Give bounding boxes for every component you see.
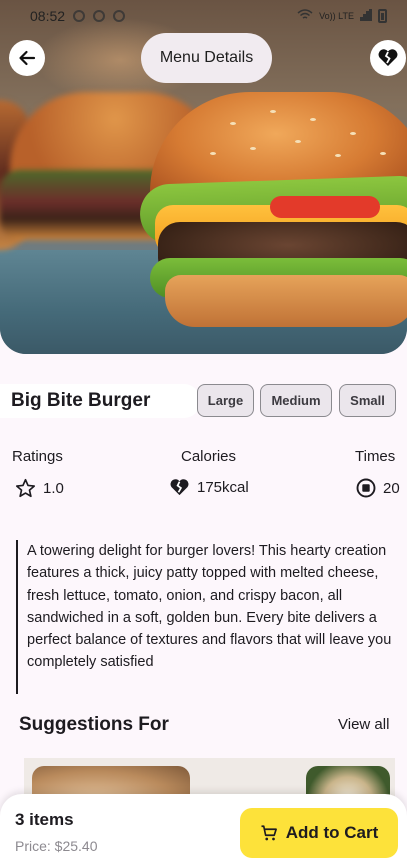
cart-items-count: 3 items — [15, 810, 74, 829]
product-name: Big Bite Burger — [0, 384, 200, 418]
battery-icon — [378, 9, 387, 23]
view-all-link[interactable]: View all — [338, 716, 389, 733]
status-time: 08:52 — [30, 8, 66, 24]
back-button[interactable] — [9, 40, 45, 76]
status-bar: 08:52 Vo)) LTE — [0, 0, 407, 32]
ratings-label: Ratings — [12, 448, 63, 465]
calories-number: 175kcal — [197, 479, 249, 496]
calories-label: Calories — [181, 448, 237, 465]
times-value: 20 — [356, 478, 400, 498]
page-title: Menu Details — [141, 33, 272, 83]
sync-icon — [93, 10, 106, 22]
stop-circle-icon — [356, 478, 376, 498]
star-icon — [15, 478, 36, 498]
add-to-cart-label: Add to Cart — [285, 823, 379, 842]
size-small-button[interactable]: Small — [339, 384, 396, 417]
signal-icon — [360, 9, 372, 23]
size-large-button[interactable]: Large — [197, 384, 254, 417]
dnd-icon — [73, 10, 86, 22]
product-description: A towering delight for burger lovers! Th… — [16, 540, 394, 694]
times-label: Times — [355, 448, 396, 465]
arrow-left-icon — [19, 50, 36, 66]
size-medium-button[interactable]: Medium — [260, 384, 332, 417]
times-number: 20 — [383, 479, 400, 497]
cart-icon — [261, 825, 277, 841]
broken-heart-icon — [378, 49, 398, 66]
network-label: Vo)) LTE — [319, 11, 354, 21]
notification-icon — [113, 10, 126, 22]
cart-price: Price: $25.40 — [15, 838, 98, 854]
screen: 08:52 Vo)) LTE Menu Details Big Bite Bur… — [0, 0, 407, 867]
broken-heart-icon — [170, 479, 189, 496]
favorite-button[interactable] — [370, 40, 406, 76]
ratings-number: 1.0 — [43, 479, 64, 497]
add-to-cart-button[interactable]: Add to Cart — [240, 808, 398, 858]
wifi-icon — [297, 9, 313, 23]
ratings-value: 1.0 — [15, 478, 64, 498]
suggestions-title: Suggestions For — [19, 714, 169, 735]
calories-value: 175kcal — [169, 478, 249, 497]
